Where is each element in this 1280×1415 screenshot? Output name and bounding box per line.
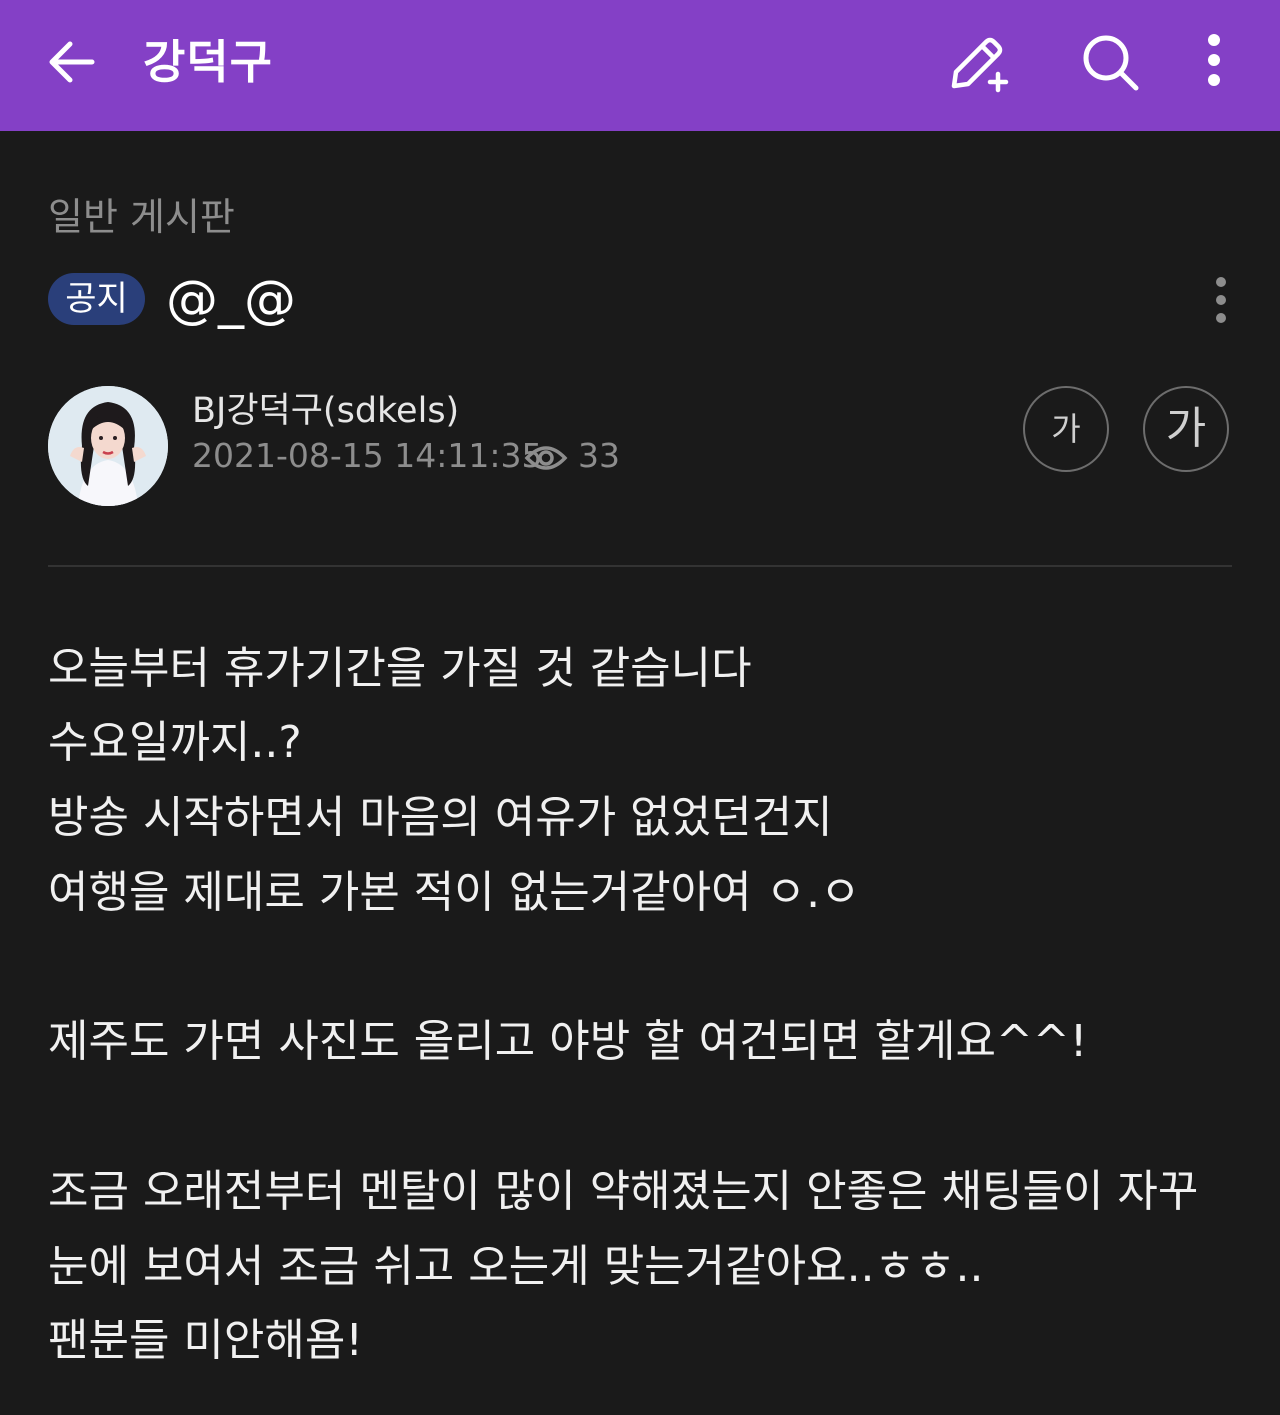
author-name[interactable]: BJ강덕구(sdkels)	[192, 382, 459, 433]
post-body-line: 수요일까지..?	[48, 717, 302, 768]
board-title: 강덕구	[143, 35, 273, 89]
top-app-bar: 강덕구	[0, 0, 1280, 131]
arrow-left-icon	[49, 41, 95, 83]
notice-badge: 공지	[48, 273, 145, 325]
post-body-line: 여행을 제대로 가본 적이 없는거같아여 ㅇ.ㅇ	[48, 867, 861, 918]
post-body-line: 오늘부터 휴가기간을 가질 것 같습니다	[48, 643, 752, 694]
back-button[interactable]	[44, 34, 100, 90]
search-button[interactable]	[1078, 30, 1142, 94]
divider	[48, 565, 1232, 567]
overflow-menu-button[interactable]	[1188, 30, 1240, 94]
post-body-line: 제주도 가면 사진도 올리고 야방 할 여건되면 할게요^^!	[48, 1016, 1088, 1067]
post-date: 2021-08-15 14:11:35	[192, 436, 543, 475]
post-title: @_@	[166, 270, 296, 330]
board-name[interactable]: 일반 게시판	[48, 186, 235, 241]
eye-icon	[524, 446, 568, 470]
avatar-image	[48, 386, 168, 506]
author-avatar[interactable]	[48, 386, 168, 506]
search-icon	[1083, 35, 1139, 91]
font-size-small-button[interactable]: 가	[1023, 386, 1109, 472]
more-vertical-icon	[1208, 34, 1220, 86]
post-body-line: 눈에 보여서 조금 쉬고 오는게 맞는거같아요..ㅎㅎ..	[48, 1241, 984, 1292]
pencil-plus-icon	[951, 37, 1009, 93]
post-body-line: 조금 오래전부터 멘탈이 많이 약해졌는지 안좋은 채팅들이 자꾸	[48, 1166, 1199, 1217]
view-count: 33	[578, 436, 620, 475]
post-body-line: 방송 시작하면서 마음의 여유가 없었던건지	[48, 792, 833, 843]
more-vertical-icon	[1216, 277, 1226, 323]
write-post-button[interactable]	[946, 30, 1010, 94]
font-size-large-button[interactable]: 가	[1143, 386, 1229, 472]
post-body-line: 팬분들 미안해욤!	[48, 1315, 363, 1366]
post-options-button[interactable]	[1206, 276, 1236, 324]
